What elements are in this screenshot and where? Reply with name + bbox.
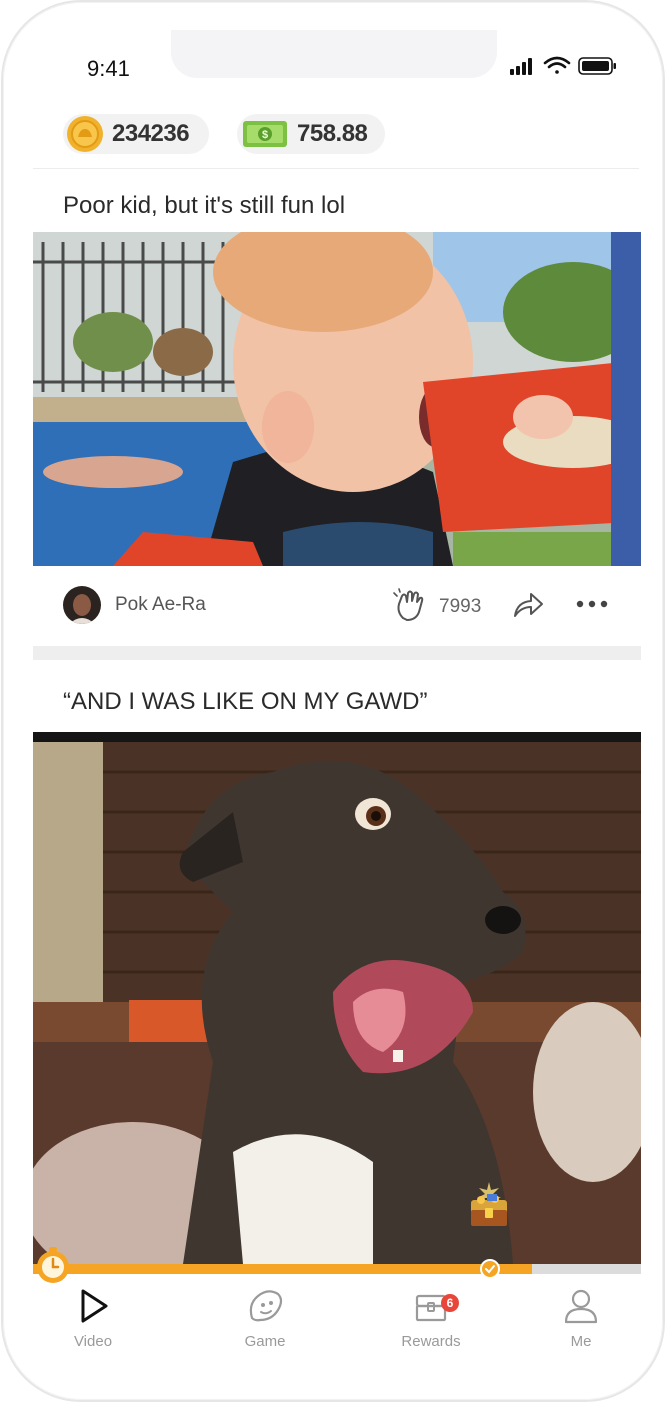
video-frame-image — [33, 232, 641, 566]
tab-label: Video — [73, 1333, 113, 1350]
phone-frame: 9:41 234236 $ 758.88 Poor kid, but it's … — [3, 2, 663, 1400]
post-video-player[interactable] — [33, 732, 641, 1264]
cash-balance-value: 758.88 — [297, 120, 368, 147]
more-options-icon[interactable] — [575, 594, 609, 614]
header-divider — [33, 168, 639, 169]
author-name[interactable]: Pok Ae-Ra — [115, 594, 206, 616]
bottom-tab-bar: Video Game 6 Rewards Me — [3, 1278, 663, 1368]
svg-text:$: $ — [262, 129, 268, 141]
rewards-badge: 6 — [441, 1294, 459, 1312]
coin-balance[interactable]: 234236 — [63, 114, 209, 154]
signal-icon — [510, 58, 532, 75]
video-progress-bar[interactable] — [33, 1264, 641, 1274]
status-time: 9:41 — [87, 56, 130, 81]
tab-label: Me — [570, 1333, 592, 1350]
clap-count: 7993 — [439, 596, 482, 617]
coin-icon — [67, 116, 103, 152]
tab-video[interactable]: Video — [33, 1288, 153, 1350]
post-title: “AND I WAS LIKE ON MY GAWD” — [63, 688, 428, 715]
video-progress-fill — [33, 1264, 532, 1274]
post-title: Poor kid, but it's still fun lol — [63, 192, 346, 219]
progress-checkpoint-icon — [480, 1259, 500, 1279]
status-icons — [510, 56, 616, 75]
tab-game[interactable]: Game — [205, 1288, 325, 1350]
post-video-thumbnail[interactable] — [33, 232, 641, 566]
user-icon — [564, 1289, 598, 1324]
play-icon — [81, 1289, 108, 1323]
avatar[interactable] — [63, 586, 101, 624]
wifi-icon — [543, 56, 571, 74]
cash-icon: $ — [243, 121, 287, 147]
tab-label: Game — [244, 1333, 286, 1350]
tab-rewards[interactable]: 6 Rewards — [371, 1288, 491, 1350]
coin-balance-value: 234236 — [112, 120, 190, 147]
notch — [171, 30, 497, 78]
treasure-chest-icon[interactable] — [463, 1182, 515, 1228]
game-icon — [249, 1290, 283, 1322]
section-separator — [33, 646, 641, 660]
tab-me[interactable]: Me — [521, 1288, 641, 1350]
post-meta-row: Pok Ae-Ra 7993 — [33, 584, 641, 630]
cash-balance[interactable]: $ 758.88 — [237, 114, 385, 154]
share-icon[interactable] — [511, 590, 545, 620]
clap-icon[interactable] — [393, 588, 429, 624]
video-frame-image — [33, 732, 641, 1264]
tab-label: Rewards — [401, 1333, 461, 1350]
battery-icon — [578, 57, 616, 75]
